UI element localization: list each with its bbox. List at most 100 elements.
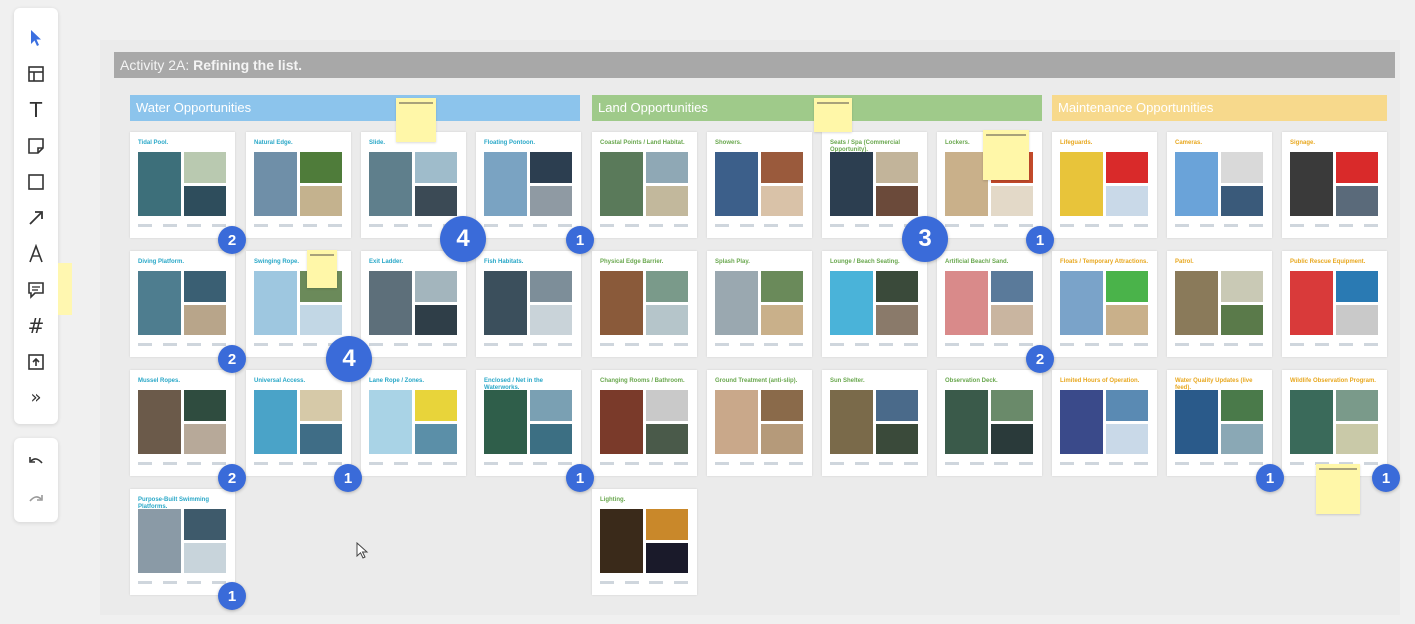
card-photo: [875, 423, 918, 454]
card-footer: [945, 462, 1033, 468]
opportunity-card[interactable]: Lifeguards.: [1052, 132, 1157, 238]
card-photo: [875, 390, 918, 421]
select-tool[interactable]: [14, 22, 58, 54]
card-photo: [414, 152, 457, 183]
card-photo: [529, 390, 572, 421]
sticky-note[interactable]: [983, 130, 1029, 180]
opportunity-card[interactable]: Observation Deck.: [937, 370, 1042, 476]
card-photos: [138, 390, 226, 454]
opportunity-card[interactable]: Sun Shelter.: [822, 370, 927, 476]
opportunity-card[interactable]: Mussel Ropes.: [130, 370, 235, 476]
history-toolbar: [14, 438, 58, 522]
card-footer: [138, 343, 226, 349]
sticky-note[interactable]: [1316, 464, 1360, 514]
card-footer: [369, 462, 457, 468]
card-photo: [414, 271, 457, 302]
card-photo: [1105, 304, 1148, 335]
sticky-note-tool[interactable]: [14, 130, 58, 162]
frame-tool[interactable]: #: [14, 310, 58, 342]
vote-count-badge: 2: [218, 345, 246, 373]
card-photo: [875, 271, 918, 302]
opportunity-card[interactable]: Lane Rope / Zones.: [361, 370, 466, 476]
card-photo: [600, 271, 643, 335]
card-footer: [254, 224, 342, 230]
opportunity-card[interactable]: Wildlife Observation Program.: [1282, 370, 1387, 476]
sticky-note[interactable]: [307, 250, 337, 288]
opportunity-card[interactable]: Lighting.: [592, 489, 697, 595]
card-title: Observation Deck.: [945, 378, 998, 384]
column-header-maintenance: Maintenance Opportunities: [1052, 95, 1387, 121]
card-photo: [645, 185, 688, 216]
card-photo: [990, 423, 1033, 454]
opportunity-card[interactable]: Ground Treatment (anti-slip).: [707, 370, 812, 476]
shape-tool[interactable]: [14, 166, 58, 198]
opportunity-card[interactable]: Signage.: [1282, 132, 1387, 238]
activity-title-bar: Activity 2A: Refining the list.: [114, 52, 1395, 78]
redo-button[interactable]: [14, 484, 58, 516]
opportunity-card[interactable]: Showers.: [707, 132, 812, 238]
card-title: Splash Play.: [715, 259, 750, 265]
card-footer: [600, 462, 688, 468]
card-photo: [1220, 271, 1263, 302]
card-footer: [600, 343, 688, 349]
card-photo: [830, 390, 873, 454]
card-title: Fish Habitats.: [484, 259, 524, 265]
card-footer: [830, 343, 918, 349]
card-photo: [529, 271, 572, 302]
card-title: Public Rescue Equipment.: [1290, 259, 1366, 265]
opportunity-card[interactable]: Artificial Beach/ Sand.: [937, 251, 1042, 357]
card-title: Limited Hours of Operation.: [1060, 378, 1140, 384]
card-footer: [600, 581, 688, 587]
card-photo: [414, 423, 457, 454]
sticky-note[interactable]: [396, 98, 436, 142]
opportunity-card[interactable]: Public Rescue Equipment.: [1282, 251, 1387, 357]
opportunity-card[interactable]: Diving Platform.: [130, 251, 235, 357]
card-footer: [1175, 224, 1263, 230]
opportunity-card[interactable]: Cameras.: [1167, 132, 1272, 238]
opportunity-card[interactable]: Purpose-Built Swimming Platforms.: [130, 489, 235, 595]
opportunity-card[interactable]: Exit Ladder.: [361, 251, 466, 357]
opportunity-card[interactable]: Limited Hours of Operation.: [1052, 370, 1157, 476]
opportunity-card[interactable]: Water Quality Updates (live feed).: [1167, 370, 1272, 476]
opportunity-card[interactable]: Patrol.: [1167, 251, 1272, 357]
opportunity-card[interactable]: Physical Edge Barrier.: [592, 251, 697, 357]
opportunity-card[interactable]: Tidal Pool.: [130, 132, 235, 238]
column-header-label: Land Opportunities: [598, 100, 708, 115]
upload-tool[interactable]: [14, 346, 58, 378]
card-photo: [369, 271, 412, 335]
card-photo: [990, 271, 1033, 302]
connection-line-tool[interactable]: [14, 202, 58, 234]
more-tools[interactable]: »: [14, 382, 58, 414]
card-photo: [760, 185, 803, 216]
opportunity-card[interactable]: Floats / Temporary Attractions.: [1052, 251, 1157, 357]
comment-icon: [28, 282, 44, 299]
opportunity-card[interactable]: Universal Access.: [246, 370, 351, 476]
card-title: Physical Edge Barrier.: [600, 259, 664, 265]
offscreen-sticky-note[interactable]: [58, 263, 72, 315]
opportunity-card[interactable]: Changing Rooms / Bathroom.: [592, 370, 697, 476]
opportunity-card[interactable]: Enclosed / Net in the Waterworks.: [476, 370, 581, 476]
opportunity-card[interactable]: Natural Edge.: [246, 132, 351, 238]
card-photo: [1335, 423, 1378, 454]
card-photo: [1220, 390, 1263, 421]
opportunity-card[interactable]: Lounge / Beach Seating.: [822, 251, 927, 357]
opportunity-card[interactable]: Fish Habitats.: [476, 251, 581, 357]
template-tool[interactable]: [14, 58, 58, 90]
pen-tool[interactable]: [14, 238, 58, 270]
text-tool[interactable]: T: [14, 94, 58, 126]
opportunity-card[interactable]: Floating Pontoon.: [476, 132, 581, 238]
opportunity-card[interactable]: Coastal Points / Land Habitat.: [592, 132, 697, 238]
comment-tool[interactable]: [14, 274, 58, 306]
vote-count-badge: 2: [1026, 345, 1054, 373]
card-photo: [990, 390, 1033, 421]
card-photos: [1290, 390, 1378, 454]
frame-icon: #: [27, 314, 45, 338]
sticky-note[interactable]: [814, 98, 852, 132]
card-photo: [645, 271, 688, 302]
card-photos: [1060, 271, 1148, 335]
opportunity-card[interactable]: Splash Play.: [707, 251, 812, 357]
undo-button[interactable]: [14, 446, 58, 478]
card-photos: [138, 271, 226, 335]
card-photo: [1290, 271, 1333, 335]
card-photos: [945, 271, 1033, 335]
